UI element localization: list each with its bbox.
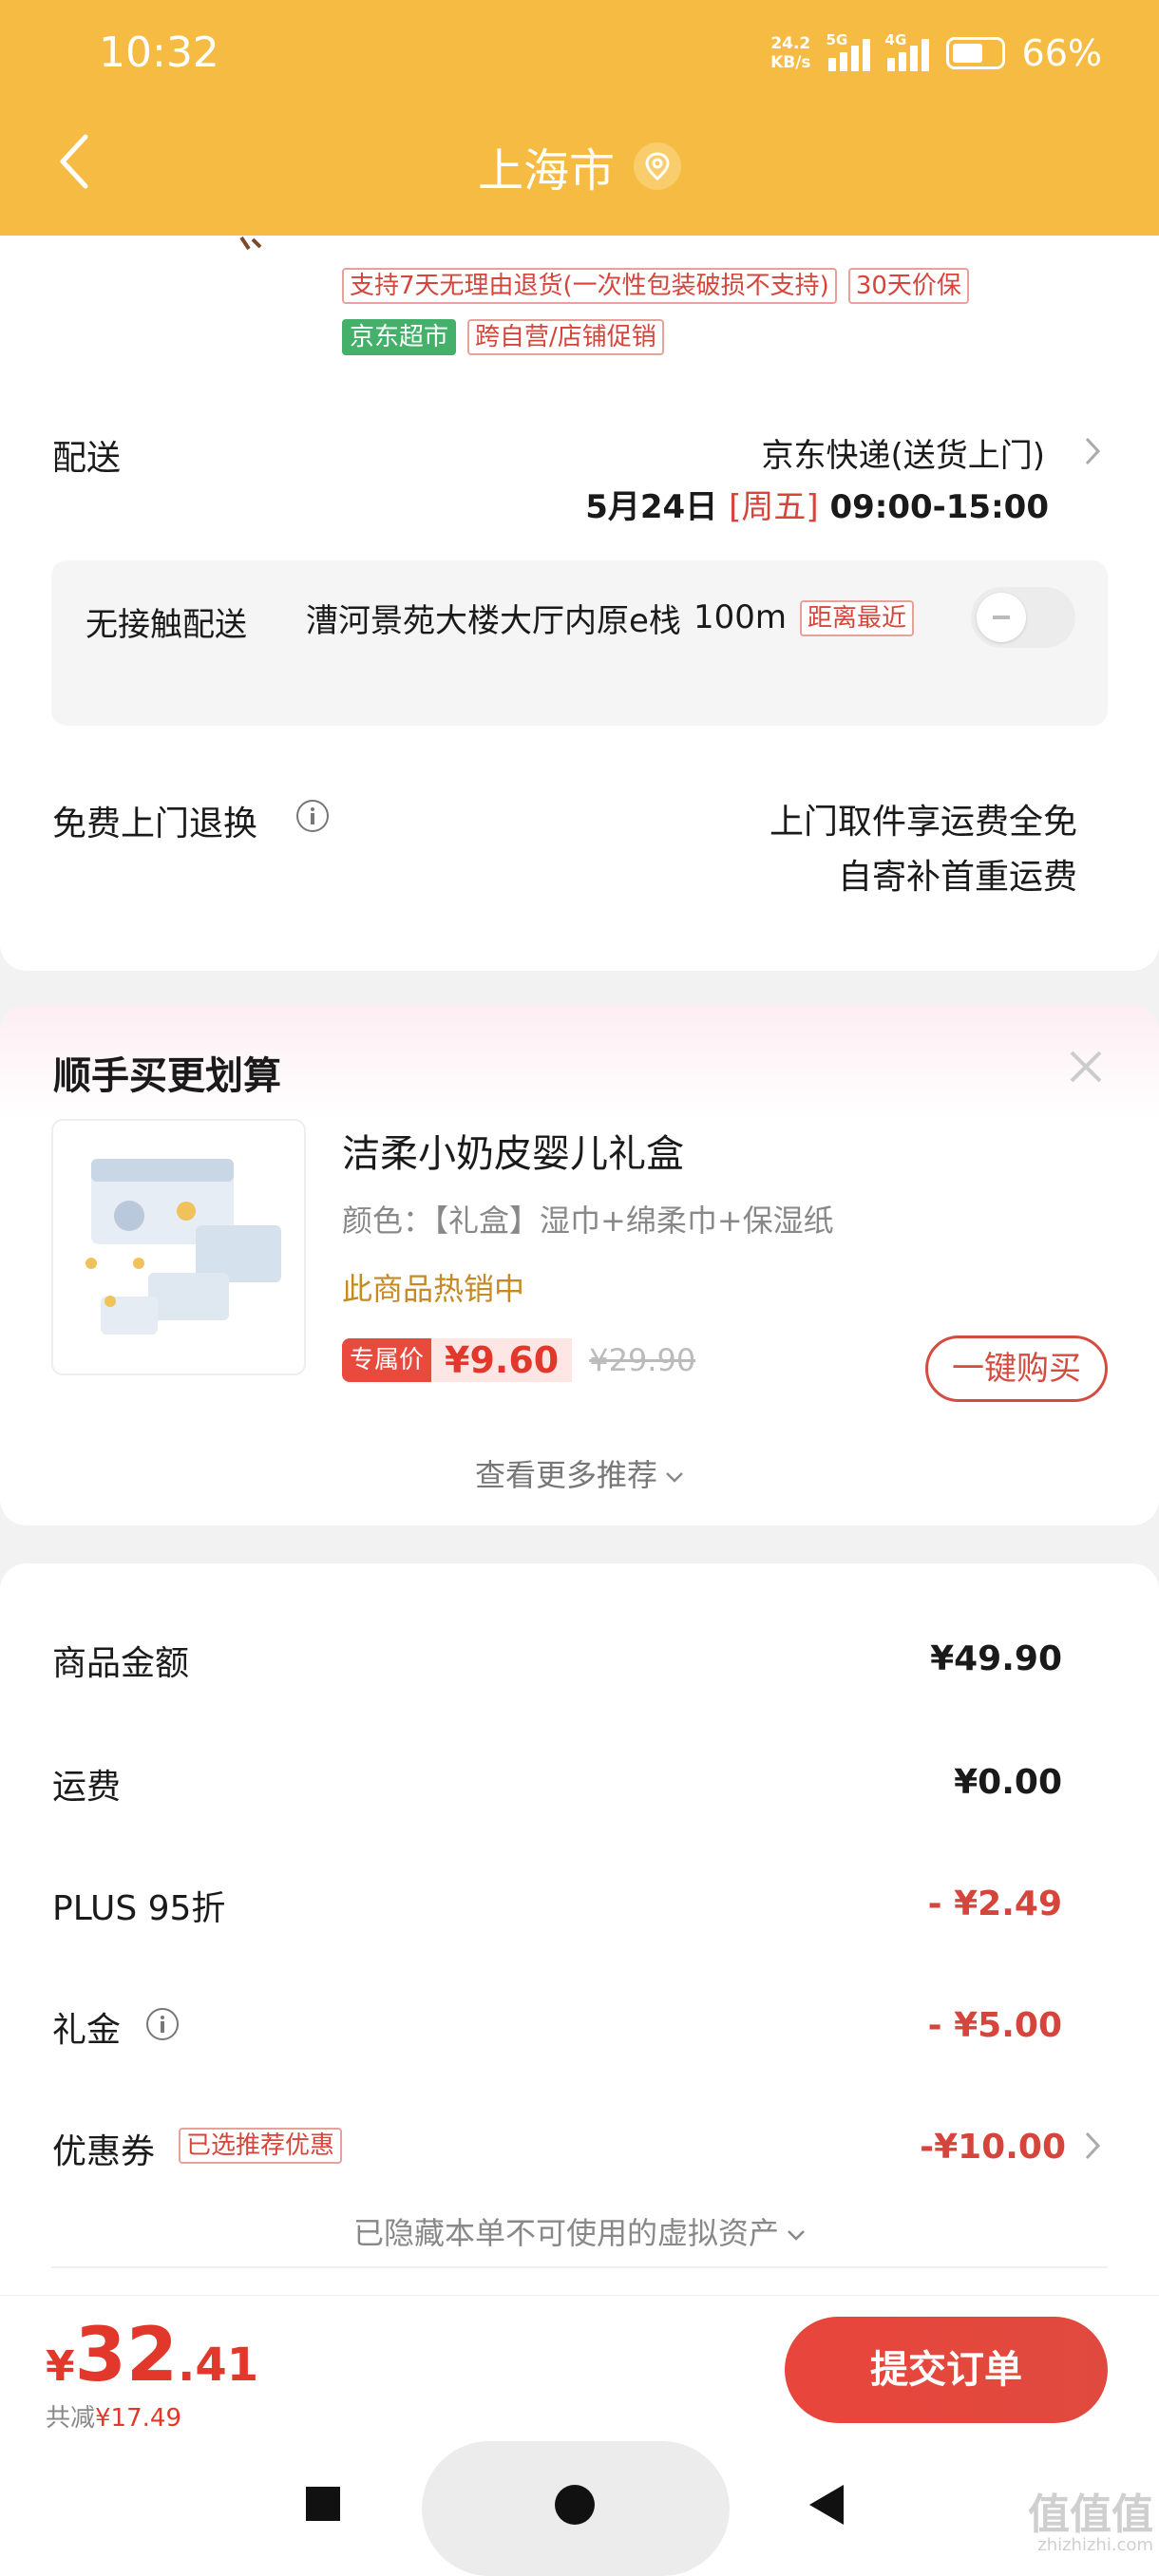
no-contact-distance: 100m <box>694 598 788 636</box>
product-spec: 颜色：【礼盒】湿巾+绵柔巾+保湿纸 <box>342 1203 834 1239</box>
no-contact-delivery: 无接触配送 漕河景苑大楼大厅内原e栈 100m 距离最近 <box>51 560 1108 726</box>
chevron-down-icon <box>788 2230 805 2241</box>
exclusive-price-tag: 专属价 <box>342 1338 432 1382</box>
status-time: 10:32 <box>99 28 219 77</box>
hot-sale-text: 此商品热销中 <box>342 1271 525 1307</box>
recommend-title: 顺手买更划算 <box>53 1054 281 1098</box>
nearest-badge: 距离最近 <box>800 600 915 636</box>
battery-icon <box>945 37 1005 69</box>
goods-amount-label: 商品金额 <box>52 1644 190 1683</box>
status-bar-icons: 24.2 KB/s 5G 4G 66% <box>770 31 1102 74</box>
shipping-label: 配送 <box>52 439 122 478</box>
no-contact-address: 漕河景苑大楼大厅内原e栈 <box>306 602 681 640</box>
exclusive-price: ¥9.60 <box>431 1338 573 1382</box>
free-return-label: 免费上门退换 <box>52 805 258 843</box>
no-contact-label: 无接触配送 <box>86 606 247 644</box>
total-price: ¥32.41 <box>46 2313 259 2398</box>
divider <box>51 2266 1108 2268</box>
price-row: 专属价 ¥9.60 ¥29.90 <box>342 1335 695 1385</box>
free-return-line1: 上门取件享运费全免 <box>769 803 1077 842</box>
plus-discount-value: - ¥2.49 <box>927 1885 1062 1923</box>
recents-icon[interactable] <box>306 2487 340 2521</box>
submit-order-button[interactable]: 提交订单 <box>785 2317 1108 2423</box>
shipping-fee-label: 运费 <box>52 1768 122 1807</box>
shipping-fee-value: ¥0.00 <box>954 1763 1062 1802</box>
return-policy-tag: 支持7天无理由退货(一次性包装破损不支持) <box>342 268 837 304</box>
promo-tag: 跨自营/店铺促销 <box>467 319 664 355</box>
product-image[interactable] <box>51 1119 306 1375</box>
goods-amount-value: ¥49.90 <box>930 1639 1062 1678</box>
coupon-label: 优惠券 <box>52 2132 156 2171</box>
coupon-badge: 已选推荐优惠 <box>179 2128 343 2164</box>
chevron-right-icon[interactable] <box>1083 2130 1102 2162</box>
original-price: ¥29.90 <box>589 1342 696 1378</box>
gift-label: 礼金 <box>52 2011 122 2050</box>
gift-value: - ¥5.00 <box>927 2006 1062 2045</box>
location-pin-icon[interactable] <box>634 142 681 190</box>
info-icon[interactable] <box>146 2008 179 2040</box>
plus-discount-label: PLUS 95折 <box>52 1889 226 1928</box>
header: 10:32 24.2 KB/s 5G 4G 66% 上海市 <box>0 0 1159 236</box>
product-name[interactable]: 洁柔小奶皮婴儿礼盒 <box>342 1123 684 1178</box>
hidden-assets-toggle[interactable]: 已隐藏本单不可使用的虚拟资产 <box>0 2209 1159 2253</box>
free-return-line2: 自寄补首重运费 <box>837 858 1077 897</box>
chevron-right-icon[interactable] <box>1083 435 1102 467</box>
back-triangle-icon[interactable] <box>808 2483 846 2527</box>
delivery-card: 支持7天无理由退货(一次性包装破损不支持) 30天价保 京东超市 跨自营/店铺促… <box>0 236 1159 971</box>
system-nav-bar: 值值值 zhizhizhi.com <box>0 2437 1159 2576</box>
signal-icon-sim2: 4G <box>885 31 929 71</box>
info-icon[interactable] <box>296 800 329 832</box>
delivery-time[interactable]: 5月24日 [周五] 09:00-15:00 <box>585 481 1049 527</box>
no-contact-toggle[interactable] <box>971 587 1075 648</box>
net-speed: 24.2 KB/s <box>770 34 811 72</box>
store-tags: 京东超市 跨自营/店铺促销 <box>342 319 664 355</box>
service-tags: 支持7天无理由退货(一次性包装破损不支持) 30天价保 <box>342 268 969 304</box>
product-image-peek <box>239 236 262 251</box>
one-click-buy-button[interactable]: 一键购买 <box>925 1335 1108 1402</box>
signal-icon-sim1: 5G <box>826 31 870 71</box>
chevron-down-icon <box>666 1472 683 1483</box>
battery-percent: 66% <box>1021 32 1102 74</box>
checkout-bar: ¥32.41 共减¥17.49 提交订单 <box>0 2295 1159 2437</box>
more-recommendations[interactable]: 查看更多推荐 <box>0 1451 1159 1495</box>
title-wrap: 上海市 <box>0 133 1159 199</box>
toggle-knob <box>977 593 1026 642</box>
coupon-value[interactable]: -¥10.00 <box>920 2128 1066 2167</box>
total-saved: 共减¥17.49 <box>46 2404 181 2433</box>
home-icon[interactable] <box>555 2485 595 2525</box>
page-title[interactable]: 上海市 <box>478 133 615 199</box>
store-badge: 京东超市 <box>342 319 457 355</box>
recommend-card: 顺手买更划算 洁柔小奶皮婴儿礼盒 颜色：【礼盒】湿巾+绵柔巾+保湿纸 此商品热销… <box>0 1005 1159 1525</box>
shipping-method[interactable]: 京东快递(送货上门) <box>761 429 1045 476</box>
watermark: 值值值 zhizhizhi.com <box>1028 2491 1153 2555</box>
close-icon[interactable] <box>1068 1049 1104 1085</box>
price-protect-tag: 30天价保 <box>847 268 969 304</box>
